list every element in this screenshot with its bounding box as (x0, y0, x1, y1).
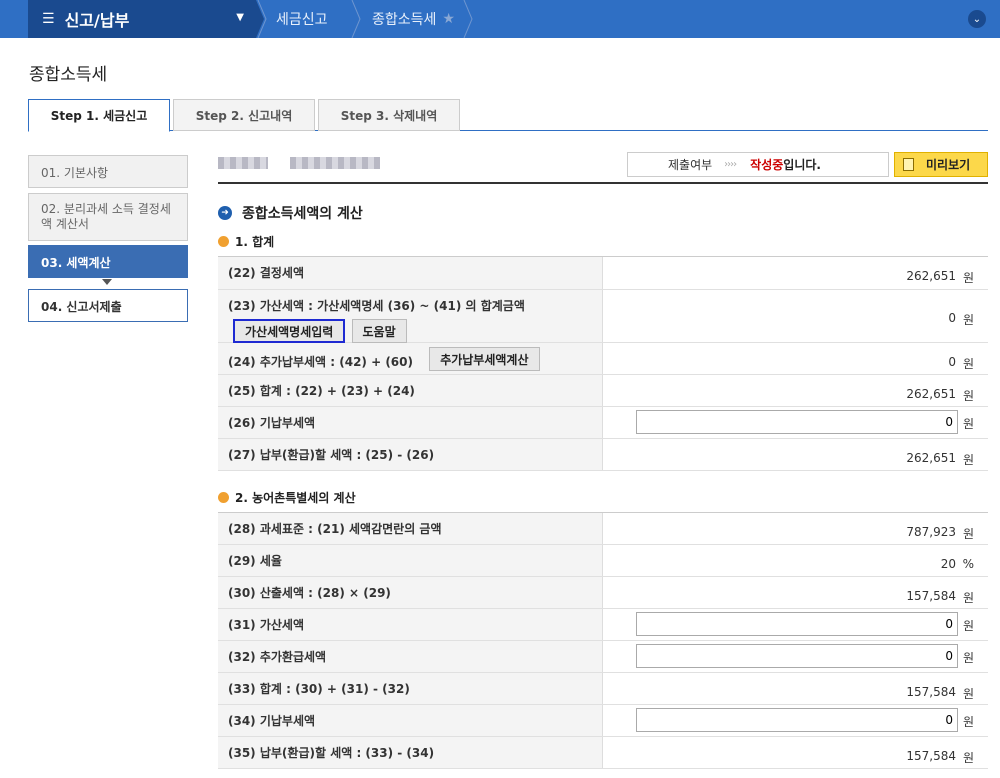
favorite-star-icon[interactable]: ★ (442, 11, 455, 27)
help-button[interactable]: 도움말 (351, 319, 407, 343)
breadcrumb-separator-icon (462, 0, 476, 38)
tax-total-table: (22) 결정세액 262,651 원 (23) 가산세액 : 가산세액명세 (3… (218, 256, 988, 471)
preview-button[interactable]: 미리보기 (894, 152, 988, 177)
row-label: (30) 산출세액 : (28) × (29) (218, 577, 603, 608)
row-label: (22) 결정세액 (218, 257, 603, 289)
row-unit: 원 (962, 751, 974, 765)
table-row: (34) 기납부세액 원 (218, 705, 988, 737)
row-value: 787,923 (906, 525, 956, 539)
prepaid-tax-input[interactable] (636, 410, 958, 434)
row-unit: 원 (962, 417, 974, 431)
row-value: 262,651 (906, 269, 956, 283)
expand-chevron-icon[interactable]: ⌄ (968, 10, 986, 28)
tab-step2[interactable]: Step 2. 신고내역 (173, 99, 315, 131)
caret-down-icon: ▼ (236, 12, 244, 23)
row-label: (24) 추가납부세액 : (42) + (60) 추가납부세액계산 (218, 343, 603, 374)
row-unit: 원 (962, 651, 974, 665)
breadcrumb-separator-icon (256, 0, 270, 38)
group2-title: 2. 농어촌특별세의 계산 (218, 489, 356, 506)
row-label: (34) 기납부세액 (218, 705, 603, 736)
rural-tax-table: (28) 과세표준 : (21) 세액감면란의 금액 787,923 원 (29)… (218, 512, 988, 769)
rural-prepaid-tax-input[interactable] (636, 708, 958, 732)
row-label: (33) 합계 : (30) + (31) - (32) (218, 673, 603, 704)
breadcrumb-tax-filing[interactable]: 세금신고 (276, 0, 328, 38)
row-value: 157,584 (906, 749, 956, 763)
hamburger-icon: ☰ (42, 11, 55, 27)
sidebar-item-basic-info[interactable]: 01. 기본사항 (28, 155, 188, 188)
breadcrumb-income-tax[interactable]: 종합소득세 ★ (372, 0, 455, 38)
additional-refund-input[interactable] (636, 644, 958, 668)
row-label: (32) 추가환급세액 (218, 641, 603, 672)
row-unit: 원 (962, 715, 974, 729)
row-label: (35) 납부(환급)할 세액 : (33) - (34) (218, 737, 603, 768)
redacted-name (218, 157, 268, 169)
status-value: 작성중 (750, 158, 784, 172)
row-label: (26) 기납부세액 (218, 407, 603, 438)
additional-tax-calc-button[interactable]: 추가납부세액계산 (429, 347, 540, 371)
row-label: (31) 가산세액 (218, 609, 603, 640)
row-unit: 원 (962, 453, 974, 467)
row-unit: 원 (962, 313, 974, 327)
table-row: (27) 납부(환급)할 세액 : (25) - (26) 262,651 원 (218, 439, 988, 471)
status-label: 제출여부 (668, 158, 713, 172)
table-row: (24) 추가납부세액 : (42) + (60) 추가납부세액계산 0원 (218, 343, 988, 375)
table-row: (33) 합계 : (30) + (31) - (32) 157,584 원 (218, 673, 988, 705)
tab-step3[interactable]: Step 3. 삭제내역 (318, 99, 460, 131)
row-unit: 원 (962, 527, 974, 541)
row-label: (23) 가산세액 : 가산세액명세 (36) ~ (41) 의 합계금액 가산… (218, 290, 603, 343)
table-row: (28) 과세표준 : (21) 세액감면란의 금액 787,923 원 (218, 513, 988, 545)
bullet-icon (218, 236, 229, 247)
step-tabs: Step 1. 세금신고 Step 2. 신고내역 Step 3. 삭제내역 (28, 99, 988, 132)
row-unit: 원 (962, 591, 974, 605)
sidebar-item-submit[interactable]: 04. 신고서제출 (28, 289, 188, 322)
row-unit: 원 (962, 389, 974, 403)
row-value: 262,651 (906, 387, 956, 401)
penalty-tax-input[interactable] (636, 612, 958, 636)
row-unit: 원 (962, 687, 974, 701)
main-menu-button[interactable]: ☰ 신고/납부 ▼ (28, 0, 256, 38)
redacted-id (290, 157, 380, 169)
table-row: (26) 기납부세액 원 (218, 407, 988, 439)
page-title: 종합소득세 (29, 65, 108, 85)
row-value: 262,651 (906, 451, 956, 465)
bullet-icon (218, 492, 229, 503)
breadcrumb-separator-icon (350, 0, 364, 38)
table-row: (31) 가산세액 원 (218, 609, 988, 641)
row-label: (27) 납부(환급)할 세액 : (25) - (26) (218, 439, 603, 470)
penalty-detail-input-button[interactable]: 가산세액명세입력 (233, 319, 346, 343)
tab-step1[interactable]: Step 1. 세금신고 (28, 99, 170, 132)
row-unit: 원 (962, 357, 974, 371)
table-row: (35) 납부(환급)할 세액 : (33) - (34) 157,584 원 (218, 737, 988, 769)
sidebar-item-separate-tax[interactable]: 02. 분리과세 소득 결정세액 계산서 (28, 193, 188, 241)
status-suffix: 입니다. (783, 158, 821, 172)
table-row: (30) 산출세액 : (28) × (29) 157,584 원 (218, 577, 988, 609)
document-icon (903, 158, 914, 171)
arrows-icon: ›››› (724, 159, 737, 170)
row-label: (29) 세율 (218, 545, 603, 576)
section-title: ➜ 종합소득세액의 계산 (218, 203, 363, 223)
row-label: (25) 합계 : (22) + (23) + (24) (218, 375, 603, 406)
row-label: (28) 과세표준 : (21) 세액감면란의 금액 (218, 513, 603, 544)
arrow-right-icon: ➜ (218, 206, 232, 220)
table-row: (25) 합계 : (22) + (23) + (24) 262,651 원 (218, 375, 988, 407)
row-value: 20 (940, 557, 956, 571)
row-value: 157,584 (906, 589, 956, 603)
table-row: (22) 결정세액 262,651 원 (218, 257, 988, 290)
row-value: 157,584 (906, 685, 956, 699)
main-menu-label: 신고/납부 (64, 11, 130, 30)
table-row: (29) 세율 20% (218, 545, 988, 577)
submission-status: 제출여부 ›››› 작성중 입니다. (627, 152, 889, 177)
group1-title: 1. 합계 (218, 233, 274, 250)
divider (218, 182, 988, 184)
row-unit: 원 (962, 619, 974, 633)
table-row: (32) 추가환급세액 원 (218, 641, 988, 673)
table-row: (23) 가산세액 : 가산세액명세 (36) ~ (41) 의 합계금액 가산… (218, 290, 988, 343)
row-value: 0 (948, 355, 956, 369)
down-arrow-icon (102, 279, 112, 285)
top-nav-bar: ☰ 신고/납부 ▼ 세금신고 종합소득세 ★ ⌄ (0, 0, 1000, 38)
row-value: 0 (948, 311, 956, 325)
row-unit: % (962, 557, 974, 571)
row-unit: 원 (962, 271, 974, 285)
sidebar-item-tax-calc[interactable]: 03. 세액계산 (28, 245, 188, 278)
